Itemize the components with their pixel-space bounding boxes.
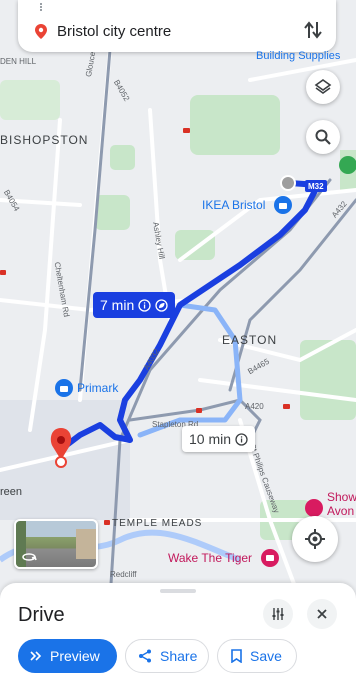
- search-icon: [315, 129, 331, 145]
- preview-label: Preview: [50, 648, 100, 664]
- recenter-icon: [305, 529, 325, 549]
- wake-the-tiger-poi-icon[interactable]: [261, 549, 279, 567]
- poi-label-primark[interactable]: Primark: [77, 381, 118, 395]
- bottom-sheet: Drive Preview Share Save: [0, 583, 356, 683]
- location-pin-icon: [35, 24, 47, 39]
- park-area: [190, 95, 280, 155]
- park-area: [300, 340, 356, 420]
- preview-button[interactable]: Preview: [18, 639, 117, 673]
- primary-route-time[interactable]: 7 min: [93, 292, 176, 318]
- drag-handle[interactable]: [160, 589, 196, 593]
- park-area: [95, 195, 130, 230]
- swap-icon[interactable]: [304, 20, 322, 40]
- recenter-button[interactable]: [292, 516, 338, 562]
- map-canvas[interactable]: [0, 0, 356, 683]
- route-time-text: 7 min: [100, 297, 135, 313]
- origin-marker: [280, 175, 296, 191]
- poi-label-ikea[interactable]: IKEA Bristol: [202, 198, 265, 212]
- directions-card: Bristol city centre: [18, 0, 336, 52]
- bookmark-icon: [231, 649, 242, 663]
- show-poi-icon[interactable]: [305, 499, 323, 517]
- eco-leaf-icon: [155, 298, 168, 312]
- partial-map-label: Building Supplies: [256, 50, 341, 62]
- navigation-chevrons-icon: [30, 651, 42, 661]
- close-icon: [317, 609, 327, 619]
- poi-label-wake-the-tiger[interactable]: Wake The Tiger: [168, 551, 252, 565]
- share-button[interactable]: Share: [125, 639, 209, 673]
- alternate-route-time[interactable]: 10 min: [182, 426, 256, 452]
- close-button[interactable]: [307, 599, 337, 629]
- info-icon: [138, 298, 151, 312]
- park-area: [110, 145, 135, 170]
- street-label: reen: [0, 486, 23, 498]
- street-label: Redcliff: [110, 570, 137, 579]
- sheet-title: Drive: [18, 604, 65, 626]
- street-label: M32: [308, 182, 324, 191]
- poi-label-show[interactable]: Show Avon: [327, 490, 356, 518]
- street-label: A420: [245, 402, 264, 411]
- search-along-route-button[interactable]: [306, 120, 340, 154]
- destination-field[interactable]: Bristol city centre: [57, 23, 171, 40]
- layers-icon: [314, 79, 332, 94]
- waypoint-dots: [40, 3, 44, 11]
- share-label: Share: [160, 648, 198, 664]
- street-label: DEN HILL: [0, 57, 37, 66]
- save-button[interactable]: Save: [217, 639, 297, 673]
- route-time-text: 10 min: [189, 431, 232, 447]
- ikea-poi-icon[interactable]: [274, 196, 292, 214]
- save-label: Save: [250, 648, 282, 664]
- area-label-easton: EASTON: [222, 333, 278, 347]
- tune-icon: [272, 608, 284, 620]
- park-area: [175, 230, 215, 260]
- street-view-icon: [22, 553, 37, 561]
- share-icon: [139, 649, 151, 663]
- layers-button[interactable]: [306, 70, 340, 104]
- primark-poi-icon[interactable]: [55, 379, 73, 397]
- info-icon: [235, 432, 248, 446]
- street-view-thumbnail[interactable]: [14, 519, 98, 569]
- park-area: [0, 80, 60, 120]
- area-label-bishopston: BISHOPSTON: [0, 133, 89, 147]
- route-options-button[interactable]: [263, 599, 293, 629]
- area-label-temple-meads: TEMPLE MEADS: [112, 518, 203, 529]
